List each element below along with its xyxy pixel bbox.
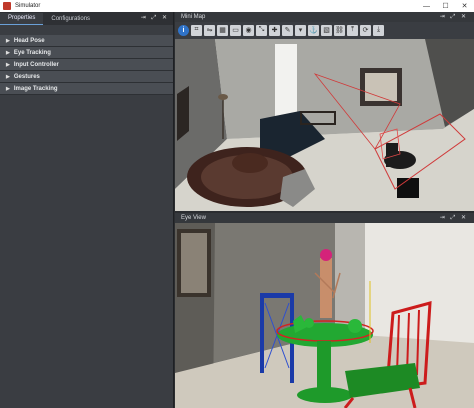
monitor-icon[interactable]: ▭ <box>230 24 241 36</box>
pin-icon[interactable]: ✚ <box>269 24 280 36</box>
eye-view-viewport[interactable] <box>175 223 474 408</box>
maximize-button[interactable]: ☐ <box>436 0 455 12</box>
panel-tabs: Properties Configurations ⇥ ⤢ ✕ <box>0 12 173 25</box>
section-label: Input Controller <box>13 61 59 68</box>
chevron-right-icon: ▶ <box>6 85 10 92</box>
upload-icon[interactable]: ⤒ <box>347 24 358 36</box>
anchor-icon[interactable]: ⚓ <box>308 24 319 36</box>
properties-panel: Properties Configurations ⇥ ⤢ ✕ ▶ Head P… <box>0 12 174 408</box>
mini-map-pane: Mini Map ⇥ ⤢ ✕ i ⌗ ⇋ ▦ ▭ ◉ ⤡ ✚ ✎ ▾ ⚓ ▧ ⛓… <box>175 12 474 211</box>
mini-map-controls[interactable]: ⇥ ⤢ ✕ <box>440 13 468 21</box>
chevron-right-icon: ▶ <box>6 61 10 68</box>
eye-view-controls[interactable]: ⇥ ⤢ ✕ <box>440 214 468 222</box>
window-controls: — ☐ ✕ <box>417 0 474 12</box>
close-button[interactable]: ✕ <box>455 0 474 12</box>
edit-icon[interactable]: ✎ <box>282 24 293 36</box>
flip-icon[interactable]: ⇋ <box>204 24 215 36</box>
panel-controls[interactable]: ⇥ ⤢ ✕ <box>141 14 169 22</box>
chevron-down-icon[interactable]: ▾ <box>295 24 306 36</box>
eye-view-title: Eye View <box>181 215 206 221</box>
sync-icon[interactable]: ⟳ <box>360 24 371 36</box>
grid-icon[interactable]: ▦ <box>217 24 228 36</box>
chevron-right-icon: ▶ <box>6 37 10 44</box>
camera-icon[interactable]: ◉ <box>243 24 254 36</box>
section-eye-tracking[interactable]: ▶ Eye Tracking <box>0 47 173 59</box>
section-label: Gestures <box>13 73 40 80</box>
pattern-icon[interactable]: ▧ <box>321 24 332 36</box>
section-input-controller[interactable]: ▶ Input Controller <box>0 59 173 71</box>
app-icon <box>3 2 11 10</box>
section-image-tracking[interactable]: ▶ Image Tracking <box>0 83 173 95</box>
section-gestures[interactable]: ▶ Gestures <box>0 71 173 83</box>
resize-icon[interactable]: ⤡ <box>256 24 267 36</box>
mini-map-toolbar: i ⌗ ⇋ ▦ ▭ ◉ ⤡ ✚ ✎ ▾ ⚓ ▧ ⛓ ⤒ ⟳ ⤓ <box>175 22 474 38</box>
chevron-right-icon: ▶ <box>6 73 10 80</box>
mini-map-header: Mini Map ⇥ ⤢ ✕ <box>175 12 474 22</box>
section-label: Head Pose <box>13 37 45 44</box>
section-label: Image Tracking <box>13 85 58 92</box>
info-icon[interactable]: i <box>178 24 189 36</box>
title-bar: Simulator — ☐ ✕ <box>0 0 474 12</box>
download-icon[interactable]: ⤓ <box>373 24 384 36</box>
tab-properties[interactable]: Properties <box>0 13 44 25</box>
mini-map-viewport[interactable] <box>175 39 474 211</box>
section-head-pose[interactable]: ▶ Head Pose <box>0 35 173 47</box>
eye-view-header: Eye View ⇥ ⤢ ✕ <box>175 213 474 223</box>
link-icon[interactable]: ⛓ <box>334 24 345 36</box>
eye-view-pane: Eye View ⇥ ⤢ ✕ <box>175 213 474 408</box>
minimize-button[interactable]: — <box>417 0 436 12</box>
chevron-right-icon: ▶ <box>6 49 10 56</box>
tab-configurations[interactable]: Configurations <box>43 14 98 25</box>
window-object <box>275 44 297 122</box>
crop-icon[interactable]: ⌗ <box>191 24 202 36</box>
window-title: Simulator <box>15 3 41 9</box>
mini-map-title: Mini Map <box>181 14 206 20</box>
section-label: Eye Tracking <box>13 49 51 56</box>
